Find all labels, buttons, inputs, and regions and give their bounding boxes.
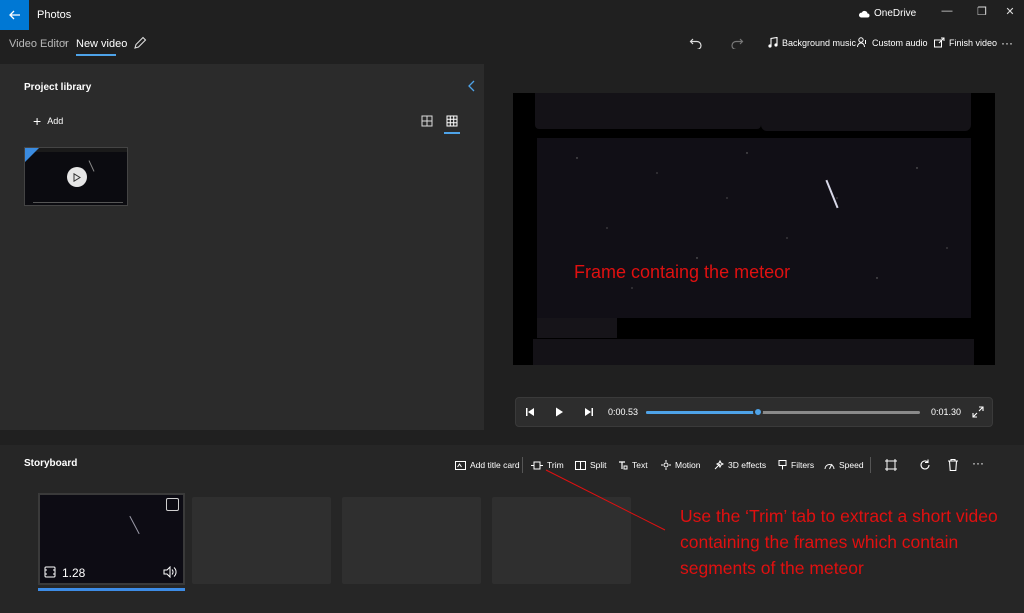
split-label: Split xyxy=(590,460,607,470)
volume-icon[interactable] xyxy=(163,566,177,578)
duration-icon xyxy=(44,566,56,578)
trash-icon[interactable] xyxy=(946,458,960,472)
filters-button[interactable]: Filters xyxy=(778,460,814,470)
maximize-button[interactable]: ❐ xyxy=(968,2,996,20)
app-title: Photos xyxy=(37,9,72,21)
split-icon xyxy=(575,460,586,470)
library-title: Project library xyxy=(24,82,92,93)
toolbar-divider xyxy=(870,457,871,473)
chevron-left-icon[interactable] xyxy=(466,79,478,93)
thumbnail-meteor-streak xyxy=(88,160,95,172)
trim-button[interactable]: Trim xyxy=(531,460,564,470)
background-music-button[interactable]: Background music xyxy=(768,37,856,48)
play-icon[interactable] xyxy=(552,406,566,418)
clip-meteor-streak xyxy=(129,515,140,535)
clip-selected-underline xyxy=(38,588,185,591)
close-button[interactable]: ✕ xyxy=(996,2,1024,20)
speed-button[interactable]: Speed xyxy=(824,460,864,470)
grid-small-icon[interactable] xyxy=(421,115,433,127)
storyboard-title: Storyboard xyxy=(24,458,78,469)
text-button[interactable]: Text xyxy=(618,460,648,470)
frame-segment xyxy=(761,93,971,131)
current-time: 0:00.53 xyxy=(608,407,639,417)
filters-icon xyxy=(778,460,787,470)
trim-label: Trim xyxy=(547,460,564,470)
thumbnail-header-strip xyxy=(25,148,127,152)
star-field xyxy=(576,152,948,289)
effects-icon xyxy=(714,460,724,470)
custom-audio-icon xyxy=(857,37,866,48)
breadcrumb-video-editor[interactable]: Video Editor xyxy=(9,38,69,50)
plus-icon: + xyxy=(33,113,42,129)
undo-icon[interactable] xyxy=(689,37,703,49)
minimize-button[interactable]: — xyxy=(933,2,961,20)
breadcrumb-separator: › xyxy=(63,37,67,49)
trim-icon xyxy=(531,461,543,469)
play-icon xyxy=(73,172,81,182)
video-preview xyxy=(513,93,995,365)
finish-video-button[interactable]: Finish video xyxy=(934,37,997,48)
play-overlay-button[interactable] xyxy=(67,167,87,187)
filters-label: Filters xyxy=(791,460,815,470)
motion-button[interactable]: Motion xyxy=(661,460,701,470)
clip-checkbox[interactable] xyxy=(166,498,179,511)
breadcrumb-current: New video xyxy=(76,38,128,50)
speed-label: Speed xyxy=(839,460,864,470)
add-title-card-label: Add title card xyxy=(470,460,520,470)
frame-segment xyxy=(535,93,761,129)
motion-label: Motion xyxy=(675,460,701,470)
title-card-icon xyxy=(455,460,466,470)
onedrive-label: OneDrive xyxy=(874,8,917,19)
text-label: Text xyxy=(632,460,648,470)
cloud-icon xyxy=(858,10,870,17)
3d-effects-button[interactable]: 3D effects xyxy=(714,460,766,470)
preview-annotation: Frame containg the meteor xyxy=(574,262,791,282)
thumbnail-used-marker xyxy=(25,148,39,162)
text-icon xyxy=(619,460,628,469)
finish-video-label: Finish video xyxy=(949,37,998,48)
skip-back-icon[interactable] xyxy=(523,406,537,418)
custom-audio-button[interactable]: Custom audio xyxy=(857,37,928,48)
empty-clip-slot[interactable] xyxy=(342,497,481,584)
back-button[interactable] xyxy=(0,0,29,30)
frame-segment xyxy=(537,318,617,338)
thumbnail-progress-line xyxy=(33,202,123,203)
view-selected-underline xyxy=(444,132,460,134)
rotate-icon[interactable] xyxy=(918,458,932,472)
add-label: Add xyxy=(47,116,64,126)
breadcrumb-underline xyxy=(76,54,116,56)
custom-audio-label: Custom audio xyxy=(872,37,928,48)
add-title-card-button[interactable]: Add title card xyxy=(455,460,520,470)
back-arrow-icon xyxy=(8,10,20,20)
speed-icon xyxy=(824,463,835,469)
toolbar-divider xyxy=(522,457,523,473)
music-note-icon xyxy=(768,37,778,48)
export-icon xyxy=(934,37,945,48)
frame-segment xyxy=(533,339,974,365)
library-video-thumbnail[interactable] xyxy=(24,147,128,206)
empty-clip-slot[interactable] xyxy=(492,497,631,584)
storyboard-annotation: Use the ‘Trim’ tab to extract a short vi… xyxy=(680,506,998,578)
empty-clip-slot[interactable] xyxy=(192,497,331,584)
grid-large-icon[interactable] xyxy=(446,115,458,127)
redo-icon[interactable] xyxy=(730,37,744,49)
total-time: 0:01.30 xyxy=(931,407,962,417)
storyboard-more-button[interactable]: ··· xyxy=(972,456,984,470)
split-button[interactable]: Split xyxy=(575,460,607,470)
expand-icon[interactable] xyxy=(972,406,984,418)
skip-forward-icon[interactable] xyxy=(582,406,596,418)
background-music-label: Background music xyxy=(782,37,857,48)
3d-effects-label: 3D effects xyxy=(728,460,767,470)
more-options-button[interactable]: ··· xyxy=(1001,36,1013,50)
seek-bar-fill xyxy=(646,411,759,414)
motion-icon xyxy=(661,460,671,470)
add-button[interactable]: + Add xyxy=(33,113,64,129)
project-library-panel xyxy=(0,64,484,430)
clip-duration: 1.28 xyxy=(62,566,86,580)
resize-icon[interactable] xyxy=(884,458,898,472)
onedrive-button[interactable]: OneDrive xyxy=(858,8,916,19)
pencil-icon[interactable] xyxy=(133,36,147,50)
